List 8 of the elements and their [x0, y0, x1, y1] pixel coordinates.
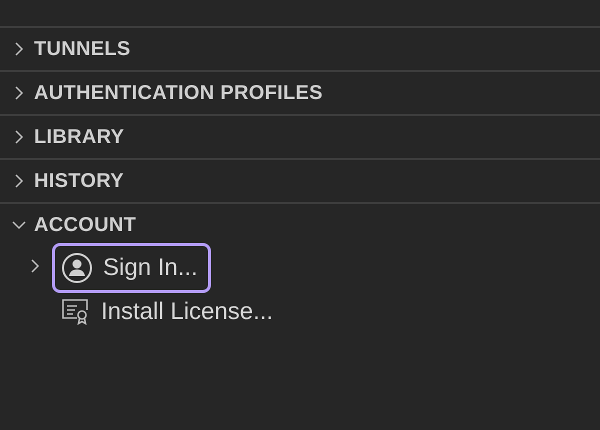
section-header[interactable]: HISTORY — [0, 160, 600, 202]
section-header[interactable]: AUTHENTICATION PROFILES — [0, 72, 600, 114]
section-header[interactable]: LIBRARY — [0, 116, 600, 158]
section-header[interactable]: ACCOUNT — [0, 204, 600, 246]
user-icon — [61, 252, 93, 284]
section-header[interactable]: TUNNELS — [0, 28, 600, 70]
tree-item[interactable]: Sign In... — [52, 243, 211, 293]
certificate-icon — [61, 298, 91, 326]
